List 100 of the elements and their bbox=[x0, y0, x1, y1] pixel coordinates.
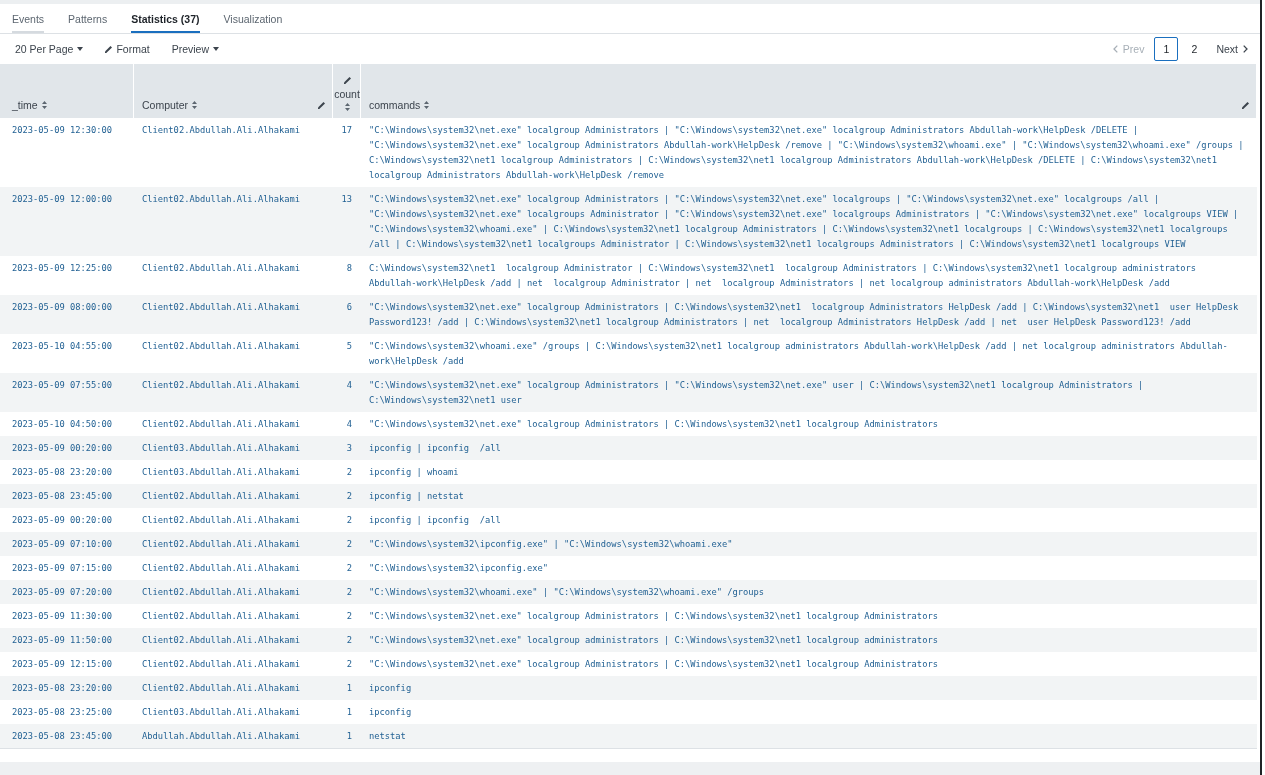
table-cell: 2023-05-10 04:50:00 bbox=[0, 412, 134, 436]
table-cell: 2023-05-09 12:00:00 bbox=[0, 187, 134, 256]
table-cell: 2023-05-09 11:30:00 bbox=[0, 604, 134, 628]
table-cell: Client02.Abdullah.Ali.Alhakami bbox=[134, 532, 333, 556]
table-cell: Client02.Abdullah.Ali.Alhakami bbox=[134, 373, 333, 412]
table-cell: "C:\Windows\system32\whoami.exe" | "C:\Windows\system32\whoami.exe" /groups bbox=[361, 580, 1257, 604]
format-button[interactable]: Format bbox=[105, 43, 150, 55]
table-cell: Client02.Abdullah.Ali.Alhakami bbox=[134, 334, 333, 373]
chevron-right-icon bbox=[1243, 45, 1248, 53]
table-cell: 5 bbox=[333, 334, 361, 373]
table-cell: ipconfig | netstat bbox=[361, 484, 1257, 508]
table-cell: Client02.Abdullah.Ali.Alhakami bbox=[134, 295, 333, 334]
sort-link[interactable]: commands bbox=[369, 99, 430, 111]
table-cell: "C:\Windows\system32\net.exe" localgroup Administrators | C:\Windows\system32\net1 localgroup Administrators bbox=[361, 412, 1257, 436]
next-button[interactable]: Next bbox=[1210, 43, 1254, 55]
table-cell: Abdullah.Abdullah.Ali.Alhakami bbox=[134, 724, 333, 748]
table-cell: 2 bbox=[333, 604, 361, 628]
table-cell: "C:\Windows\system32\net.exe" localgroup Administrators | "C:\Windows\system32\net.exe" localgroup Administrators Abdullah-work\HelpDesk /DELETE | "C:\Windows\system32\net.exe" localgroup Administrators Abdullah-work\HelpDesk /remove | "C:\Windows\system32\whoami.exe" | "C:\Windows\system32\whoami.exe" /groups | C:\Windows\system32\net1 localgroup Administrators | C:\Windows\system32\net1 localgroup Administrators Abdullah-work\HelpDesk /DELETE | C:\Windows\system32\net1 localgroup Administrators Abdullah-work\HelpDesk /remove bbox=[361, 118, 1257, 187]
table-cell: 2023-05-10 04:55:00 bbox=[0, 334, 134, 373]
table-cell: 4 bbox=[333, 373, 361, 412]
table-cell: 2023-05-09 08:00:00 bbox=[0, 295, 134, 334]
sort-link[interactable]: count bbox=[334, 88, 360, 111]
table-cell: Client02.Abdullah.Ali.Alhakami bbox=[134, 604, 333, 628]
table-cell: "C:\Windows\system32\net.exe" localgroup administrators | C:\Windows\system32\net1 localgroup administrators bbox=[361, 628, 1257, 652]
table-cell: 1 bbox=[333, 724, 361, 748]
table-cell: 2023-05-08 23:20:00 bbox=[0, 676, 134, 700]
table-cell: 6 bbox=[333, 295, 361, 334]
table-cell: 3 bbox=[333, 436, 361, 460]
table-cell: "C:\Windows\system32\net.exe" localgroup Administrators | C:\Windows\system32\net1 localgroup Administrators bbox=[361, 604, 1257, 628]
table-cell: 1 bbox=[333, 700, 361, 724]
table-cell: ipconfig bbox=[361, 676, 1257, 700]
preview-dropdown[interactable]: Preview bbox=[171, 43, 219, 55]
table-cell: ipconfig | ipconfig /all bbox=[361, 436, 1257, 460]
table-cell: "C:\Windows\system32\whoami.exe" /groups | C:\Windows\system32\net1 localgroup administrators Abdullah-work\HelpDesk /add | net localgroup administrators Abdullah-work\HelpDesk /add bbox=[361, 334, 1257, 373]
table-cell: 2023-05-09 12:15:00 bbox=[0, 652, 134, 676]
sort-icon bbox=[41, 101, 47, 109]
table-cell: 2023-05-09 07:15:00 bbox=[0, 556, 134, 580]
table-cell: Client03.Abdullah.Ali.Alhakami bbox=[134, 436, 333, 460]
table-cell: netstat bbox=[361, 724, 1257, 748]
table-cell: "C:\Windows\system32\net.exe" localgroup Administrators | C:\Windows\system32\net1 localgroup Administrators bbox=[361, 652, 1257, 676]
table-cell: Client03.Abdullah.Ali.Alhakami bbox=[134, 700, 333, 724]
table-cell: 2023-05-09 07:55:00 bbox=[0, 373, 134, 412]
pencil-icon bbox=[105, 45, 113, 53]
table-cell: 2 bbox=[333, 580, 361, 604]
table-cell: 2023-05-08 23:20:00 bbox=[0, 460, 134, 484]
table-cell: "C:\Windows\system32\net.exe" localgroup Administrators | "C:\Windows\system32\net.exe" localgroups | "C:\Windows\system32\net.exe" localgroups /all | "C:\Windows\system32\net.exe" localgroups Administrator | "C:\Windows\system32\net.exe" localgroups Administrators | "C:\Windows\system32\net.exe" localgroups VIEW | "C:\Windows\system32\whoami.exe" | C:\Windows\system32\net1 localgroup Administrators | C:\Windows\system32\net1 localgroups | C:\Windows\system32\net1 localgroups /all | C:\Windows\system32\net1 localgroups Administrator | C:\Windows\system32\net1 localgroups Administrators | C:\Windows\system32\net1 localgroups VIEW bbox=[361, 187, 1257, 256]
table-cell: "C:\Windows\system32\ipconfig.exe" | "C:\Windows\system32\whoami.exe" bbox=[361, 532, 1257, 556]
table-cell: 4 bbox=[333, 412, 361, 436]
table-cell: 2023-05-09 11:50:00 bbox=[0, 628, 134, 652]
sort-icon bbox=[192, 101, 198, 109]
table-cell: 2 bbox=[333, 532, 361, 556]
per-page-dropdown[interactable]: 20 Per Page bbox=[15, 43, 84, 55]
table-cell: 2 bbox=[333, 628, 361, 652]
table-cell: Client03.Abdullah.Ali.Alhakami bbox=[134, 460, 333, 484]
page-button[interactable]: 1 bbox=[1154, 37, 1179, 61]
table-cell: 2023-05-09 00:20:00 bbox=[0, 508, 134, 532]
sort-icon bbox=[424, 101, 430, 109]
pencil-icon[interactable] bbox=[1242, 101, 1249, 109]
caret-icon bbox=[213, 47, 219, 51]
table-cell: "C:\Windows\system32\net.exe" localgroup Administrators | C:\Windows\system32\net1 localgroup Administrators HelpDesk /add | C:\Windows\system32\net1 user HelpDesk Password123! /add | C:\Windows\system32\net1 localgroup Administrators | net localgroup Administrators HelpDesk /add | net user HelpDesk Password123! /add bbox=[361, 295, 1257, 334]
table-cell: 8 bbox=[333, 256, 361, 295]
pencil-icon[interactable] bbox=[318, 101, 325, 109]
tab[interactable]: Visualization bbox=[223, 4, 283, 33]
table-cell: 1 bbox=[333, 676, 361, 700]
table-cell: 2023-05-09 07:20:00 bbox=[0, 580, 134, 604]
table-cell: 2 bbox=[333, 460, 361, 484]
table-cell: Client02.Abdullah.Ali.Alhakami bbox=[134, 628, 333, 652]
table-cell: 2023-05-08 23:45:00 bbox=[0, 724, 134, 748]
table-cell: 2023-05-09 07:10:00 bbox=[0, 532, 134, 556]
table-cell: "C:\Windows\system32\ipconfig.exe" bbox=[361, 556, 1257, 580]
tab[interactable]: Statistics (37) bbox=[131, 4, 200, 33]
table-cell: 2023-05-09 12:30:00 bbox=[0, 118, 134, 187]
tab[interactable]: Patterns bbox=[68, 4, 108, 33]
table-cell: C:\Windows\system32\net1 localgroup Administrator | C:\Windows\system32\net1 localgroup Administrators | C:\Windows\system32\net1 localgroup administrators Abdullah-work\HelpDesk /add | net localgroup Administrator | net localgroup Administrators | net localgroup administrators Abdullah-work\HelpDesk /add bbox=[361, 256, 1257, 295]
table-cell: Client02.Abdullah.Ali.Alhakami bbox=[134, 556, 333, 580]
chevron-left-icon bbox=[1112, 45, 1118, 53]
table-cell: 2 bbox=[333, 652, 361, 676]
table-cell: 2 bbox=[333, 484, 361, 508]
pencil-icon[interactable] bbox=[343, 77, 351, 84]
table-cell: Client02.Abdullah.Ali.Alhakami bbox=[134, 187, 333, 256]
sort-icon bbox=[344, 103, 350, 111]
table-cell: 2023-05-08 23:45:00 bbox=[0, 484, 134, 508]
sort-link[interactable]: Computer bbox=[142, 99, 198, 111]
table-cell: 2023-05-09 00:20:00 bbox=[0, 436, 134, 460]
table-cell: 17 bbox=[333, 118, 361, 187]
table-cell: ipconfig | whoami bbox=[361, 460, 1257, 484]
table-cell: Client02.Abdullah.Ali.Alhakami bbox=[134, 676, 333, 700]
table-cell: Client02.Abdullah.Ali.Alhakami bbox=[134, 508, 333, 532]
table-cell: Client02.Abdullah.Ali.Alhakami bbox=[134, 580, 333, 604]
tab[interactable]: Events bbox=[12, 4, 45, 33]
sort-link[interactable]: _time bbox=[12, 99, 47, 111]
table-cell: 13 bbox=[333, 187, 361, 256]
table-cell: ipconfig | ipconfig /all bbox=[361, 508, 1257, 532]
table-cell: 2 bbox=[333, 556, 361, 580]
table-cell: Client02.Abdullah.Ali.Alhakami bbox=[134, 652, 333, 676]
table-cell: Client02.Abdullah.Ali.Alhakami bbox=[134, 484, 333, 508]
table-cell: Client02.Abdullah.Ali.Alhakami bbox=[134, 256, 333, 295]
caret-icon bbox=[77, 47, 84, 51]
table-cell: ipconfig bbox=[361, 700, 1257, 724]
table-cell: "C:\Windows\system32\net.exe" localgroup Administrators | "C:\Windows\system32\net.exe" user | C:\Windows\system32\net1 localgroup Administrators | C:\Windows\system32\net1 user bbox=[361, 373, 1257, 412]
